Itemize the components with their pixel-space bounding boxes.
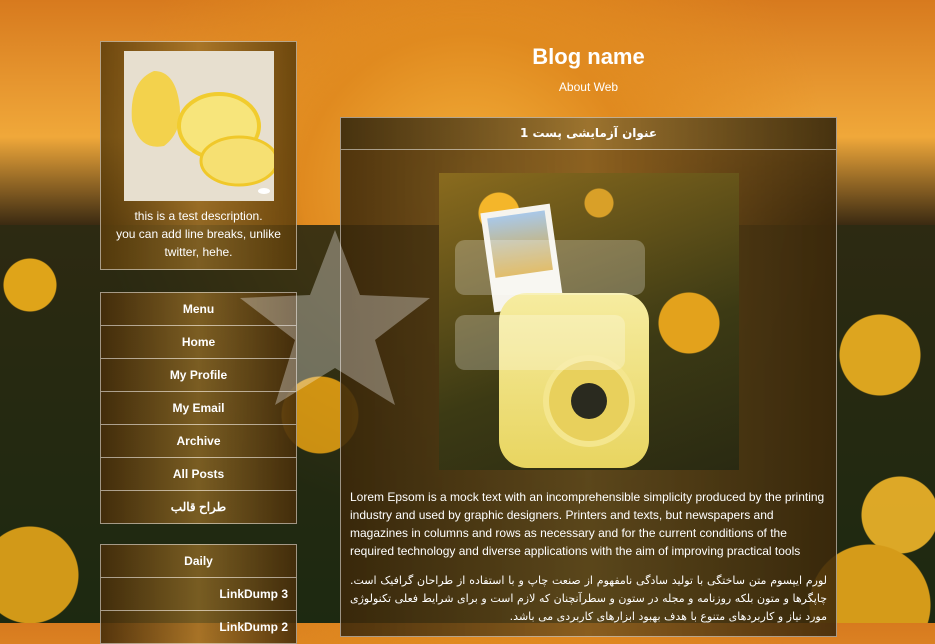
menu-item-home[interactable]: Home [100,325,297,359]
post-body: Lorem Epsom is a mock text with an incom… [350,488,827,626]
category-item[interactable]: LinkDump 2 [100,610,297,644]
post-title[interactable]: عنوان آزمایشی پست 1 [341,118,836,150]
menu-item-my-profile[interactable]: My Profile [100,358,297,392]
sidebar-menu: Menu Home My Profile My Email Archive Al… [100,292,297,524]
blog-subtitle: About Web [558,80,619,94]
post-text-persian: لورم ایپسوم متن ساختگی با تولید سادگی نا… [350,574,827,623]
blog-name[interactable]: Blog name [340,44,837,70]
menu-header: Menu [100,292,297,326]
post-card: عنوان آزمایشی پست 1 Lorem Epsom is a moc… [340,117,837,637]
description-line: you can add line breaks, unlike [116,227,281,241]
category-header: Daily [100,544,297,578]
menu-item-all-posts[interactable]: All Posts [100,457,297,491]
menu-item-archive[interactable]: Archive [100,424,297,458]
description-line: twitter, hehe. [164,245,233,259]
sidebar-categories: Daily LinkDump 3 LinkDump 2 [100,544,297,644]
lemon-image [124,51,274,201]
menu-item-template-designer[interactable]: طراح قالب [100,490,297,524]
camera-lens [543,355,635,447]
post-image [439,173,739,470]
instax-camera [499,293,649,468]
profile-description: this is a test description. you can add … [107,207,290,261]
category-item[interactable]: LinkDump 3 [100,577,297,611]
menu-item-my-email[interactable]: My Email [100,391,297,425]
post-text-english: Lorem Epsom is a mock text with an incom… [350,490,825,558]
profile-card: this is a test description. you can add … [100,41,297,270]
profile-avatar [124,51,274,201]
description-line: this is a test description. [134,209,263,223]
blog-header: Blog name About Web [340,44,837,94]
